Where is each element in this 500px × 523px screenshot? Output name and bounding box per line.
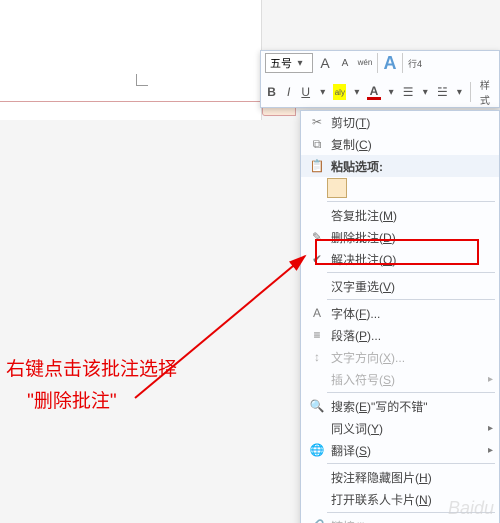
styles-label[interactable]: 样式	[475, 77, 495, 107]
comment-resolve-icon: ✔	[307, 250, 327, 268]
numbering-button[interactable]: ☱	[436, 84, 449, 100]
menu-reselect-hanzi[interactable]: 汉字重选(V)	[301, 275, 499, 297]
clipboard-icon: 📋	[307, 157, 327, 175]
bold-button[interactable]: B	[265, 84, 278, 100]
chevron-right-icon: ▸	[488, 374, 493, 385]
document-area	[0, 0, 262, 120]
text-direction-icon: ↕	[307, 348, 327, 366]
font-size-selector[interactable]: 五号▾	[265, 53, 313, 73]
menu-insert-symbol: 插入符号(S) ▸	[301, 368, 499, 390]
styles-icon[interactable]: A	[382, 55, 398, 71]
separator	[327, 299, 495, 300]
watermark: Baidu	[448, 498, 494, 519]
menu-hide-by-comment[interactable]: 按注释隐藏图片(H)	[301, 466, 499, 488]
separator	[327, 272, 495, 273]
highlight-button[interactable]: aly	[333, 84, 346, 100]
separator	[327, 463, 495, 464]
menu-translate[interactable]: 🌐 翻译(S) ▸	[301, 439, 499, 461]
menu-cut[interactable]: ✂ 剪切(T)	[301, 111, 499, 133]
vertical-text-icon[interactable]: 行4	[407, 55, 423, 71]
italic-button[interactable]: I	[282, 84, 295, 100]
separator	[327, 201, 495, 202]
paragraph-icon: ≡	[307, 326, 327, 344]
bullets-dropdown[interactable]: ▾	[419, 84, 432, 100]
menu-delete-comment[interactable]: ✎ 删除批注(D)	[301, 226, 499, 248]
menu-paragraph[interactable]: ≡ 段落(P)...	[301, 324, 499, 346]
underline-button[interactable]: U	[299, 84, 312, 100]
annotation-text: 右键点击该批注选择 "删除批注"	[6, 354, 177, 418]
comment-delete-icon: ✎	[307, 228, 327, 246]
menu-paste-header: 📋 粘贴选项:	[301, 155, 499, 177]
menu-search[interactable]: 🔍 搜索(E)"写的不错"	[301, 395, 499, 417]
chevron-right-icon: ▸	[488, 423, 493, 434]
menu-copy[interactable]: ⧉ 复制(C)	[301, 133, 499, 155]
menu-synonym[interactable]: 同义词(Y) ▸	[301, 417, 499, 439]
context-menu: ✂ 剪切(T) ⧉ 复制(C) 📋 粘贴选项: 答复批注(M) ✎ 删除批注(D…	[300, 110, 500, 523]
numbering-dropdown[interactable]: ▾	[453, 84, 466, 100]
translate-icon: 🌐	[307, 441, 327, 459]
comment-connector-line	[0, 101, 262, 102]
paste-keep-source-icon[interactable]	[327, 178, 347, 198]
page-corner-mark	[136, 46, 176, 86]
font-color-button[interactable]: A	[367, 85, 380, 100]
separator	[327, 392, 495, 393]
grow-font-button[interactable]: A	[317, 55, 333, 71]
menu-paste-option[interactable]	[301, 177, 499, 199]
divider	[377, 53, 378, 73]
mini-toolbar: 五号▾ A A wén A 行4 B I U ▾ aly ▾ A ▾ ☰ ▾ ☱…	[260, 50, 500, 108]
shrink-font-button[interactable]: A	[337, 55, 353, 71]
scissors-icon: ✂	[307, 113, 327, 131]
bullets-button[interactable]: ☰	[402, 84, 415, 100]
menu-text-direction: ↕ 文字方向(X)...	[301, 346, 499, 368]
divider	[402, 53, 403, 73]
menu-font[interactable]: A 字体(F)...	[301, 302, 499, 324]
font-icon: A	[307, 304, 327, 322]
link-icon: 🔗	[307, 517, 327, 523]
font-color-dropdown[interactable]: ▾	[385, 84, 398, 100]
divider	[470, 82, 471, 102]
chevron-right-icon: ▸	[488, 445, 493, 456]
highlight-dropdown[interactable]: ▾	[350, 84, 363, 100]
copy-icon: ⧉	[307, 135, 327, 153]
search-icon: 🔍	[307, 397, 327, 415]
underline-dropdown[interactable]: ▾	[316, 84, 329, 100]
menu-reply-comment[interactable]: 答复批注(M)	[301, 204, 499, 226]
phonetic-guide-button[interactable]: wén	[357, 55, 373, 71]
menu-resolve-comment[interactable]: ✔ 解决批注(O)	[301, 248, 499, 270]
